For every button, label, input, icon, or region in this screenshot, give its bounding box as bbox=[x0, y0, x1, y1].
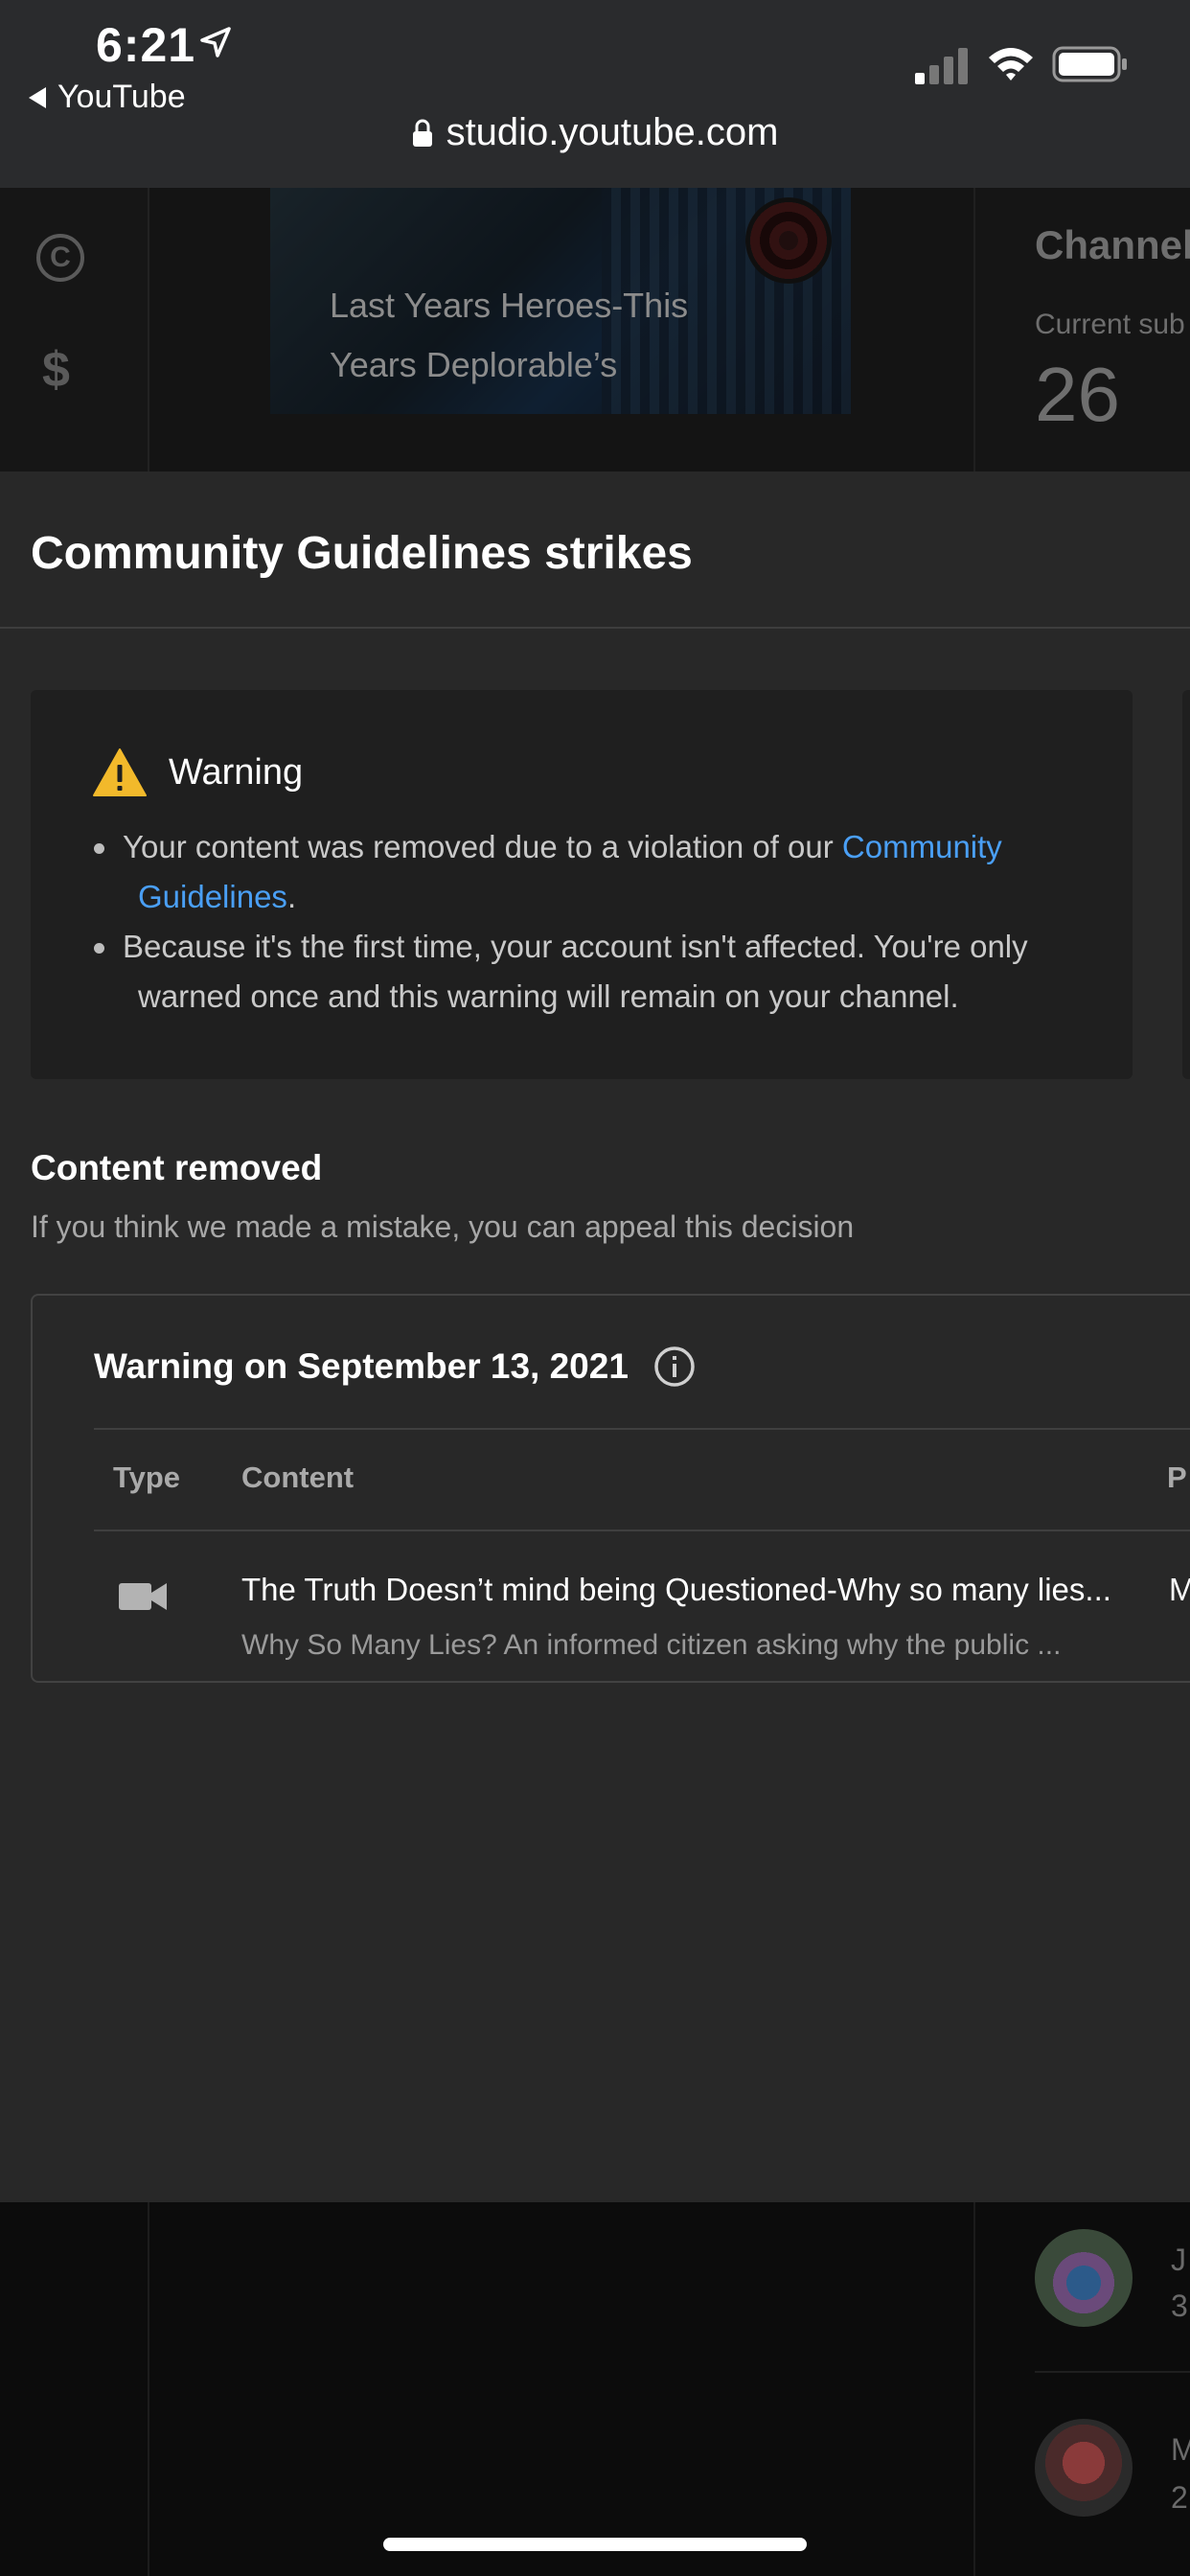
removed-video-title[interactable]: The Truth Doesn’t mind being Questioned-… bbox=[241, 1572, 1142, 1608]
latest-video-title: Last Years Heroes-This Years Deplorable’… bbox=[330, 286, 689, 384]
dialog-title: Community Guidelines strikes bbox=[31, 528, 693, 579]
monetization-icon: $ bbox=[42, 342, 70, 398]
content-removed-heading: Content removed bbox=[31, 1148, 323, 1187]
warning-details-list: Your content was removed due to a violat… bbox=[90, 822, 1106, 1022]
address-bar[interactable]: studio.youtube.com bbox=[0, 111, 1190, 154]
channel-analytics-heading: Channel bbox=[1035, 222, 1190, 267]
current-subscribers-label: Current sub bbox=[1035, 309, 1185, 340]
warning-card: Warning Your content was removed due to … bbox=[31, 690, 1133, 1079]
info-icon[interactable] bbox=[653, 1346, 696, 1388]
strike-details-card: Warning on September 13, 2021 Type Conte… bbox=[31, 1294, 1190, 1683]
next-card-peek bbox=[1182, 690, 1190, 1079]
background-comments-area: J 3 M 2 bbox=[0, 2202, 1190, 2576]
commenter-initial: M bbox=[1171, 2432, 1190, 2467]
title-divider bbox=[0, 627, 1190, 629]
wifi-icon bbox=[989, 48, 1033, 80]
location-arrow-icon bbox=[200, 27, 231, 58]
side-rail: C $ bbox=[0, 188, 149, 472]
back-triangle-icon bbox=[29, 86, 46, 108]
commenter-initial: J bbox=[1171, 2242, 1186, 2277]
table-header-divider bbox=[94, 1428, 1190, 1430]
warning-bullet: Your content was removed due to a violat… bbox=[90, 822, 1106, 922]
subscriber-count: 26 bbox=[1035, 352, 1120, 437]
warning-title: Warning bbox=[169, 751, 304, 793]
community-guidelines-link[interactable]: Community bbox=[842, 829, 1002, 864]
status-bar: 6:21 YouTube studio.youtube.com bbox=[0, 0, 1190, 188]
battery-icon bbox=[1052, 46, 1127, 82]
warning-bullet: Because it's the first time, your accoun… bbox=[90, 922, 1106, 1022]
warning-triangle-icon bbox=[93, 748, 147, 796]
video-camera-icon bbox=[119, 1583, 167, 1610]
home-indicator[interactable] bbox=[383, 2538, 807, 2551]
community-guidelines-link-continued[interactable]: Guidelines bbox=[138, 879, 287, 914]
cellular-signal-icon bbox=[915, 48, 968, 84]
policy-cell-partial: M bbox=[1169, 1572, 1190, 1607]
avatar bbox=[1035, 2229, 1133, 2327]
table-row-divider bbox=[94, 1530, 1190, 1531]
column-header-policy: P bbox=[1167, 1460, 1187, 1494]
strike-heading: Warning on September 13, 2021 bbox=[94, 1346, 696, 1388]
warning-header: Warning bbox=[92, 748, 303, 797]
url-text: studio.youtube.com bbox=[446, 111, 779, 153]
rail-divider bbox=[148, 188, 149, 472]
clock: 6:21 bbox=[96, 18, 196, 72]
comment-meta: 2 bbox=[1171, 2480, 1188, 2515]
background-dashboard: C $ Last Years Heroes-This Years Deplora… bbox=[0, 188, 1190, 472]
lock-icon bbox=[412, 119, 432, 147]
removed-video-description: Why So Many Lies? An informed citizen as… bbox=[241, 1629, 1062, 1661]
appeal-hint: If you think we made a mistake, you can … bbox=[31, 1209, 855, 1244]
column-header-content: Content bbox=[241, 1460, 355, 1494]
strikes-dialog: Community Guidelines strikes Warning You… bbox=[0, 472, 1190, 2202]
copyright-icon: C bbox=[36, 234, 84, 282]
avatar bbox=[1035, 2419, 1133, 2517]
strike-date-label: Warning on September 13, 2021 bbox=[94, 1346, 629, 1386]
column-header-type: Type bbox=[113, 1460, 181, 1494]
comment-meta: 3 bbox=[1171, 2288, 1188, 2323]
